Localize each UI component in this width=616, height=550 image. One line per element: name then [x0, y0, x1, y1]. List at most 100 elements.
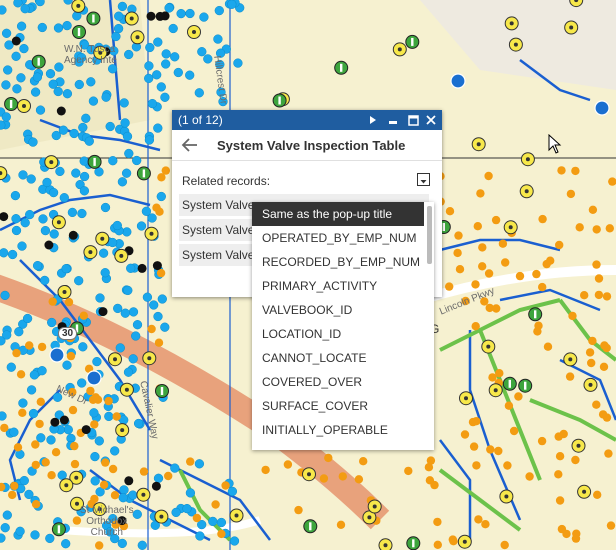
hydrant-point[interactable]	[14, 327, 24, 337]
hydrant-point[interactable]	[124, 49, 134, 60]
hydrant-badge-circle[interactable]	[86, 370, 102, 386]
service-point[interactable]	[283, 460, 293, 469]
valve-point[interactable]	[229, 508, 244, 523]
related-records-menu-toggle[interactable]	[417, 173, 430, 186]
system-valve-bar[interactable]	[278, 96, 281, 105]
meter-point[interactable]	[137, 263, 147, 273]
valve-point[interactable]	[130, 30, 145, 45]
meter-point[interactable]	[56, 106, 66, 116]
service-point[interactable]	[261, 465, 270, 475]
service-point[interactable]	[474, 515, 483, 524]
valve-point[interactable]	[83, 245, 98, 260]
valve-point[interactable]	[59, 478, 74, 493]
hydrant-point[interactable]	[156, 191, 166, 202]
hydrant-point[interactable]	[45, 533, 55, 544]
hydrant-point[interactable]	[32, 260, 43, 271]
hydrant-point[interactable]	[133, 418, 144, 429]
hydrant-point[interactable]	[79, 186, 90, 196]
hydrant-point[interactable]	[13, 0, 23, 8]
hydrant-point[interactable]	[12, 84, 22, 94]
hydrant-point[interactable]	[156, 82, 166, 92]
service-point[interactable]	[543, 342, 553, 351]
service-point[interactable]	[585, 348, 595, 357]
hydrant-point[interactable]	[110, 446, 120, 456]
service-point[interactable]	[588, 205, 598, 214]
hydrant-point[interactable]	[77, 378, 87, 388]
valve-point[interactable]	[459, 391, 473, 406]
service-point[interactable]	[404, 466, 413, 476]
meter-point[interactable]	[81, 425, 91, 435]
valve-point[interactable]	[136, 487, 151, 502]
service-point[interactable]	[471, 280, 480, 289]
service-point[interactable]	[95, 541, 104, 550]
service-point[interactable]	[101, 458, 110, 467]
valve-point[interactable]	[367, 499, 382, 514]
hydrant-point[interactable]	[153, 311, 163, 322]
hydrant-point[interactable]	[144, 73, 154, 84]
service-point[interactable]	[478, 243, 487, 252]
service-point[interactable]	[433, 517, 442, 527]
valve-point[interactable]	[488, 383, 503, 398]
valve-point[interactable]	[571, 438, 586, 453]
service-point[interactable]	[515, 271, 525, 281]
hydrant-point[interactable]	[40, 275, 50, 286]
system-valve-bar[interactable]	[77, 28, 81, 36]
valve-point[interactable]	[503, 220, 518, 235]
service-point[interactable]	[455, 265, 465, 274]
service-point[interactable]	[152, 203, 161, 212]
hydrant-point[interactable]	[100, 268, 110, 278]
hydrant-point[interactable]	[132, 155, 142, 166]
hydrant-point[interactable]	[194, 88, 204, 98]
hydrant-point[interactable]	[46, 435, 56, 445]
service-point[interactable]	[491, 215, 501, 225]
hydrant-point[interactable]	[136, 221, 147, 231]
hydrant-point[interactable]	[32, 72, 43, 82]
service-point[interactable]	[565, 372, 575, 381]
hydrant-point[interactable]	[153, 123, 163, 133]
system-valve-point[interactable]	[272, 93, 287, 108]
service-point[interactable]	[108, 464, 118, 474]
hydrant-point[interactable]	[171, 507, 181, 518]
system-valve-point[interactable]	[72, 25, 86, 39]
hydrant-point[interactable]	[121, 168, 132, 178]
service-point[interactable]	[468, 417, 478, 427]
system-valve-bar[interactable]	[9, 100, 13, 108]
hydrant-point[interactable]	[18, 398, 28, 408]
valve-point[interactable]	[471, 137, 486, 152]
valve-center[interactable]	[75, 501, 79, 506]
valve-point[interactable]	[154, 509, 169, 524]
hydrant-point[interactable]	[48, 79, 58, 89]
hydrant-point[interactable]	[114, 11, 124, 21]
valve-point[interactable]	[187, 25, 201, 39]
hydrant-point[interactable]	[107, 237, 118, 248]
hydrant-point[interactable]	[88, 96, 99, 106]
hydrant-point[interactable]	[128, 490, 138, 500]
hydrant-point[interactable]	[35, 105, 46, 115]
service-point[interactable]	[36, 397, 45, 406]
hydrant-point[interactable]	[132, 509, 142, 519]
valve-point[interactable]	[481, 339, 496, 354]
service-point[interactable]	[538, 282, 547, 292]
meter-point[interactable]	[151, 481, 161, 491]
valve-point[interactable]	[119, 382, 134, 397]
system-valve-point[interactable]	[136, 166, 151, 181]
hydrant-point[interactable]	[131, 331, 141, 341]
hydrant-point[interactable]	[11, 225, 22, 236]
hydrant-point[interactable]	[0, 523, 10, 533]
hydrant-point[interactable]	[18, 170, 28, 180]
maximize-icon[interactable]	[405, 110, 421, 130]
service-point[interactable]	[31, 500, 41, 509]
hydrant-point[interactable]	[11, 214, 21, 224]
valve-center[interactable]	[141, 492, 146, 497]
valve-center[interactable]	[192, 30, 196, 34]
service-point[interactable]	[48, 297, 57, 306]
hydrant-point[interactable]	[157, 294, 167, 304]
valve-point[interactable]	[564, 20, 579, 35]
valve-point[interactable]	[115, 423, 130, 438]
hydrant-point[interactable]	[176, 8, 186, 19]
hydrant-point[interactable]	[229, 536, 240, 546]
system-valve-point[interactable]	[528, 307, 543, 322]
hydrant-point[interactable]	[1, 80, 11, 90]
hydrant-point[interactable]	[19, 43, 29, 54]
service-point[interactable]	[542, 259, 551, 269]
